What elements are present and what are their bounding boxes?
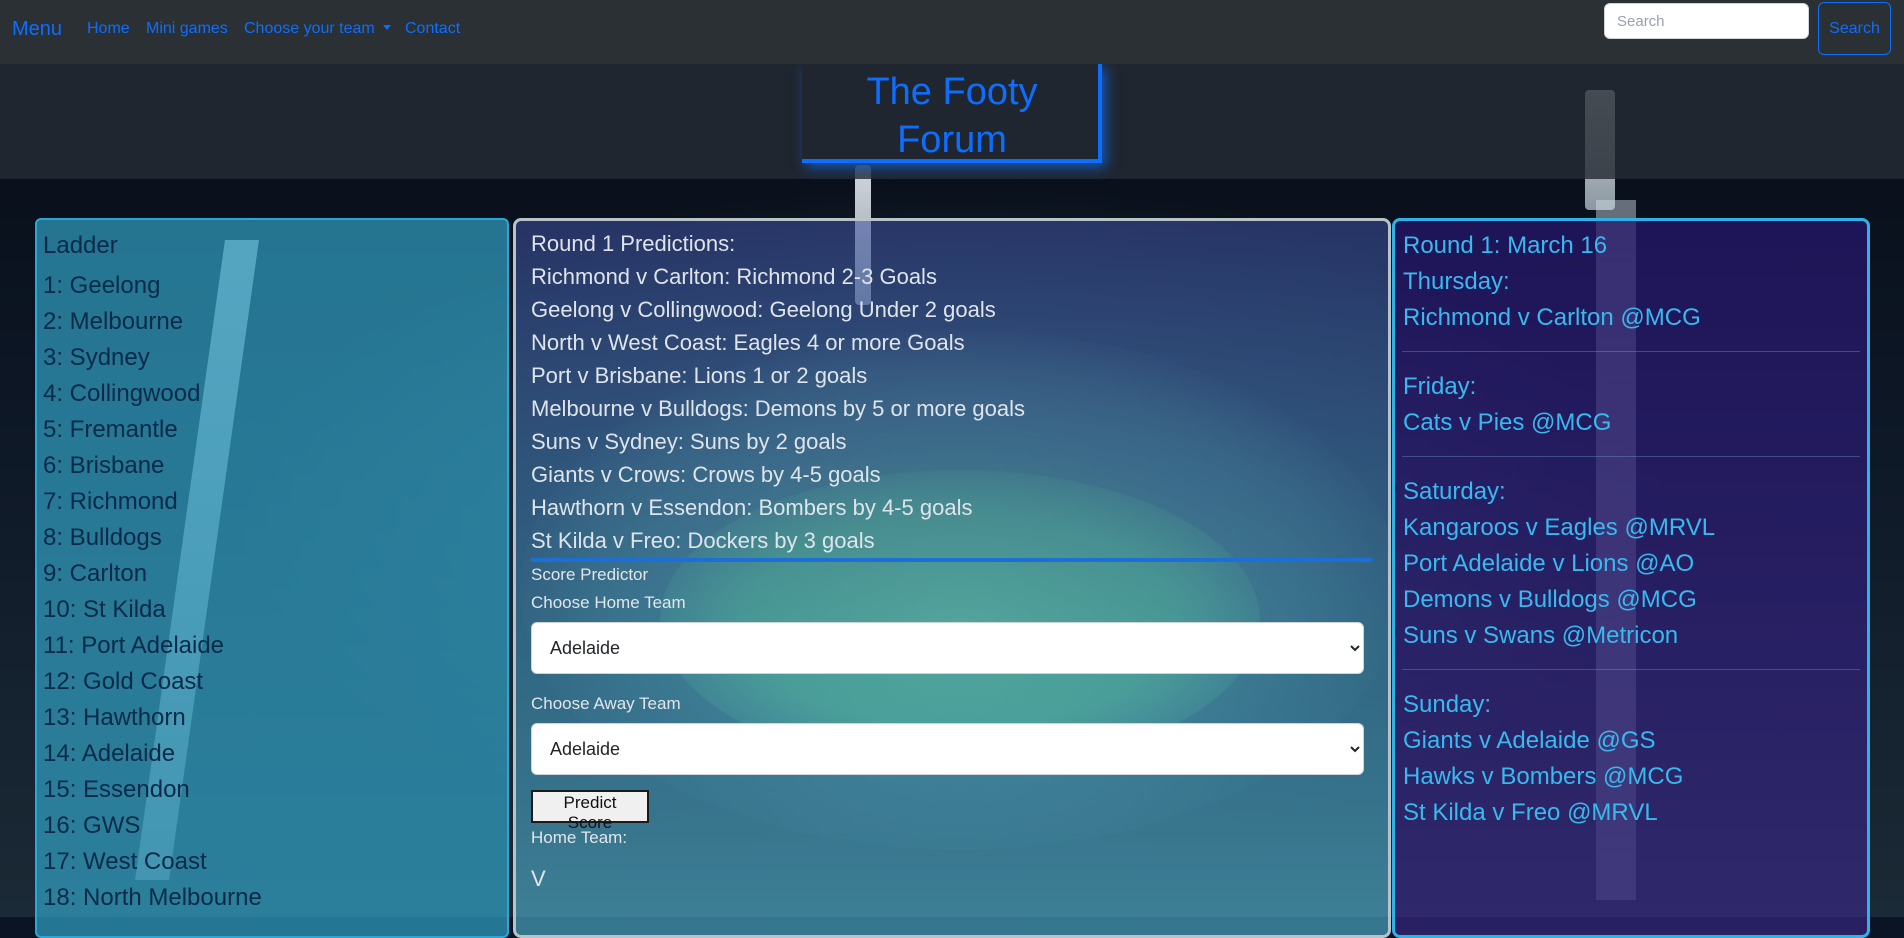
- fixture-day-sunday: Sunday:: [1403, 691, 1492, 718]
- prediction-item: North v West Coast: Eagles 4 or more Goa…: [531, 330, 965, 355]
- top-navbar: Menu Home Mini games Choose your team Co…: [0, 0, 1904, 64]
- fixtures-divider: [1402, 351, 1860, 352]
- ladder-item: 17: West Coast: [43, 848, 207, 875]
- prediction-item: Suns v Sydney: Suns by 2 goals: [531, 429, 847, 454]
- search-button[interactable]: Search: [1818, 2, 1891, 55]
- away-team-label: Choose Away Team: [531, 694, 681, 713]
- prediction-item: St Kilda v Freo: Dockers by 3 goals: [531, 528, 875, 553]
- nav-link-home[interactable]: Home: [87, 20, 130, 38]
- ladder-item: 8: Bulldogs: [43, 524, 162, 551]
- nav-link-contact[interactable]: Contact: [405, 20, 460, 38]
- fixture-game: Kangaroos v Eagles @MRVL: [1403, 514, 1716, 541]
- fixtures-divider: [1402, 669, 1860, 670]
- nav-dropdown-label: Choose your team: [244, 20, 375, 37]
- fixture-game: Suns v Swans @Metricon: [1403, 622, 1679, 649]
- ladder-item: 1: Geelong: [43, 272, 161, 299]
- score-predictor-title: Score Predictor: [531, 565, 649, 584]
- fixture-game: St Kilda v Freo @MRVL: [1403, 799, 1658, 826]
- search-input[interactable]: [1604, 3, 1809, 39]
- ladder-item: 6: Brisbane: [43, 452, 165, 479]
- nav-dropdown-choose-team[interactable]: Choose your team: [244, 20, 391, 38]
- predictions-list: Richmond v Carlton: Richmond 2-3 Goals G…: [531, 260, 1025, 557]
- predictions-divider: [531, 558, 1373, 562]
- ladder-item: 3: Sydney: [43, 344, 150, 371]
- ladder-item: 16: GWS: [43, 812, 141, 839]
- fixture-game: Port Adelaide v Lions @AO: [1403, 550, 1695, 577]
- prediction-item: Richmond v Carlton: Richmond 2-3 Goals: [531, 264, 937, 289]
- ladder-item: 13: Hawthorn: [43, 704, 186, 731]
- fixture-game: Richmond v Carlton @MCG: [1403, 304, 1701, 331]
- ladder-item: 11: Port Adelaide: [43, 632, 225, 659]
- ladder-title: Ladder: [43, 232, 118, 259]
- prediction-item: Melbourne v Bulldogs: Demons by 5 or mor…: [531, 396, 1026, 421]
- ladder-item: 4: Collingwood: [43, 380, 201, 407]
- fixtures-round-title: Round 1: March 16: [1403, 232, 1608, 259]
- ladder-item: 2: Melbourne: [43, 308, 184, 335]
- ladder-item: 14: Adelaide: [43, 740, 176, 767]
- home-team-select[interactable]: Adelaide: [531, 622, 1364, 674]
- fixture-game: Demons v Bulldogs @MCG: [1403, 586, 1697, 613]
- prediction-item: Geelong v Collingwood: Geelong Under 2 g…: [531, 297, 996, 322]
- fixtures-divider: [1402, 456, 1860, 457]
- ladder-item: 15: Essendon: [43, 776, 190, 803]
- ladder-item: 5: Fremantle: [43, 416, 178, 443]
- fixture-day-thursday: Thursday:: [1403, 268, 1510, 295]
- caret-down-icon: [382, 25, 391, 30]
- predict-score-button[interactable]: Predict Score: [531, 790, 649, 832]
- away-team-select[interactable]: Adelaide: [531, 723, 1364, 775]
- ladder-item: 12: Gold Coast: [43, 668, 204, 695]
- versus-text: V: [531, 866, 546, 891]
- menu-brand[interactable]: Menu: [12, 18, 62, 41]
- fixture-day-saturday: Saturday:: [1403, 478, 1506, 505]
- fixture-game: Giants v Adelaide @GS: [1403, 727, 1656, 754]
- home-team-result-label: Home Team:: [531, 828, 628, 847]
- ladder-item: 10: St Kilda: [43, 596, 166, 623]
- fixture-game: Hawks v Bombers @MCG: [1403, 763, 1684, 790]
- ladder-item: 7: Richmond: [43, 488, 178, 515]
- prediction-item: Giants v Crows: Crows by 4-5 goals: [531, 462, 881, 487]
- prediction-item: Port v Brisbane: Lions 1 or 2 goals: [531, 363, 868, 388]
- site-title-line1: The Footy: [866, 71, 1038, 113]
- ladder-item: 9: Carlton: [43, 560, 148, 587]
- fixture-game: Cats v Pies @MCG: [1403, 409, 1612, 436]
- fixture-day-friday: Friday:: [1403, 373, 1477, 400]
- prediction-item: Hawthorn v Essendon: Bombers by 4-5 goal…: [531, 495, 973, 520]
- site-title: The Footy Forum: [802, 68, 1102, 164]
- site-title-line2: Forum: [897, 119, 1007, 161]
- ladder-list: 1: Geelong 2: Melbourne 3: Sydney 4: Col…: [43, 268, 262, 916]
- ladder-item: 18: North Melbourne: [43, 884, 262, 911]
- home-team-label: Choose Home Team: [531, 593, 686, 612]
- nav-link-mini-games[interactable]: Mini games: [146, 20, 228, 38]
- predictions-title: Round 1 Predictions:: [531, 231, 736, 256]
